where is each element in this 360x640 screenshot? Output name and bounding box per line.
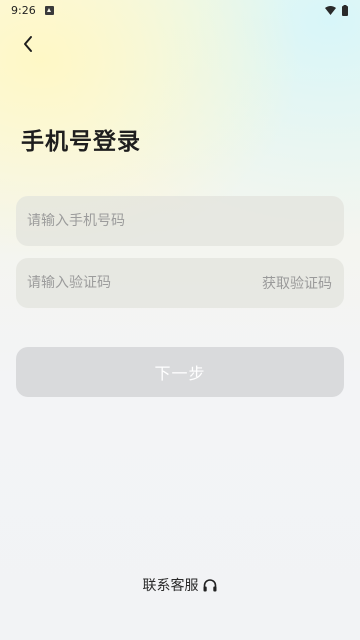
contact-service-link[interactable]: 联系客服: [0, 575, 360, 595]
back-button[interactable]: [14, 30, 42, 58]
page-title: 手机号登录: [21, 129, 141, 155]
next-button[interactable]: 下一步: [16, 347, 344, 397]
contact-service-label: 联系客服: [142, 578, 199, 594]
status-right: [325, 4, 348, 16]
status-bar: 9:26: [0, 0, 360, 20]
status-time: 9:26: [11, 3, 36, 17]
phone-input[interactable]: [27, 213, 332, 229]
code-field[interactable]: 获取验证码: [16, 258, 344, 308]
get-code-button[interactable]: 获取验证码: [262, 273, 332, 293]
chevron-left-icon: [24, 36, 32, 52]
battery-icon: [342, 4, 348, 16]
notification-icon: [44, 5, 54, 15]
phone-field[interactable]: [16, 196, 344, 246]
wifi-icon: [325, 5, 336, 15]
status-left: 9:26: [11, 4, 54, 17]
headphones-icon: [203, 579, 216, 592]
code-input[interactable]: [27, 275, 227, 291]
